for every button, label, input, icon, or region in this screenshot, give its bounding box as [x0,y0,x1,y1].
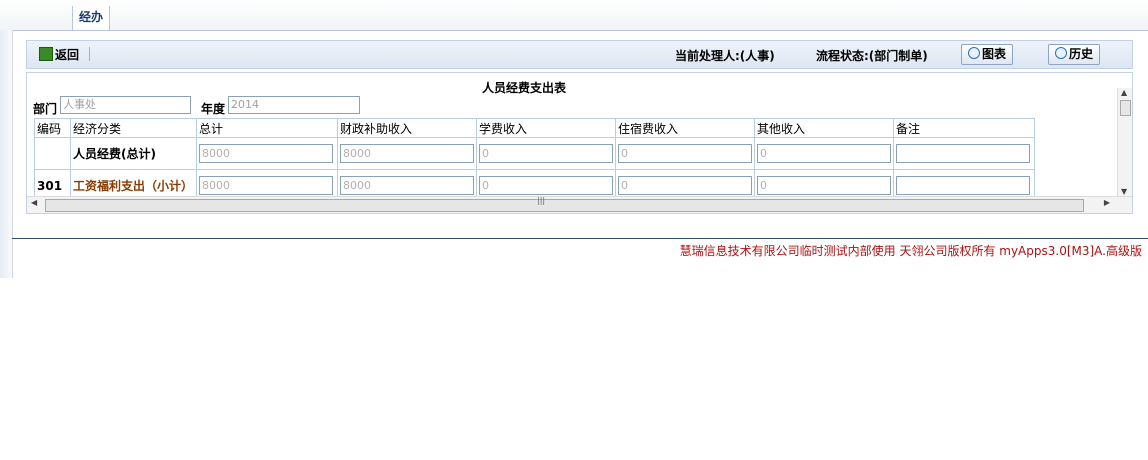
scroll-left-icon[interactable]: ◀ [31,198,37,207]
back-icon [39,47,53,61]
fiscal-input[interactable]: 8000 [340,176,474,195]
header-other: 其他收入 [754,118,894,138]
horizontal-scroll-thumb[interactable] [45,199,1084,212]
row-code [34,137,71,170]
vertical-scrollbar[interactable]: ▲ ▼ [1117,88,1132,196]
total-input[interactable]: 8000 [199,144,333,163]
tuition-cell: 0 [476,137,616,170]
header-remark: 备注 [893,118,1035,138]
lodging-input[interactable]: 0 [618,144,752,163]
flow-status: 流程状态:(部门制单) [816,49,928,63]
tab-jingban[interactable]: 经办 [72,6,111,30]
header-lodging: 住宿费收入 [615,118,755,138]
fiscal-cell: 8000 [337,137,477,170]
year-label: 年度 [201,102,226,116]
header-category: 经济分类 [70,118,197,138]
chart-button[interactable]: 图表 [961,44,1014,65]
horizontal-scrollbar[interactable]: ◀ ||| ▶ [27,196,1132,213]
back-label: 返回 [55,48,80,62]
form-title: 人员经费支出表 [482,81,567,95]
table-header-row: 编码 经济分类 总计 财政补助收入 学费收入 住宿费收入 其他收入 备注 [34,118,1035,138]
table-row: 人员经费(总计) 8000 8000 0 0 0 [34,137,1035,170]
other-cell: 0 [754,137,894,170]
lodging-cell: 0 [615,137,755,170]
tab-bar: 经办 [0,0,1148,31]
scroll-grip-icon: ||| [537,196,546,205]
scroll-down-icon[interactable]: ▼ [1121,187,1127,196]
tuition-input[interactable]: 0 [479,144,613,163]
remark-cell [893,137,1035,170]
remark-input[interactable] [896,144,1030,163]
chart-button-label: 图表 [982,47,1007,61]
tuition-input[interactable]: 0 [479,176,613,195]
toolbar-separator [89,47,90,61]
footer-copyright: 慧瑞信息技术有限公司临时测试内部使用 天翎公司版权所有 myApps3.0[M3… [679,244,1142,258]
fiscal-input[interactable]: 8000 [340,144,474,163]
year-field[interactable]: 2014 [228,96,360,114]
dept-field[interactable]: 人事处 [60,96,191,114]
current-handler: 当前处理人:(人事) [675,49,775,63]
footer-divider [12,238,1148,239]
history-button[interactable]: 历史 [1048,44,1101,65]
header-fiscal: 财政补助收入 [337,118,477,138]
other-input[interactable]: 0 [757,176,891,195]
header-code: 编码 [34,118,71,138]
total-input[interactable]: 8000 [199,176,333,195]
dept-label: 部门 [33,102,58,116]
form-panel: 人员经费支出表 部门 人事处 年度 2014 编码 经济分类 总计 财政补助收入… [26,72,1133,214]
total-cell: 8000 [196,137,338,170]
remark-input[interactable] [896,176,1030,195]
scroll-up-icon[interactable]: ▲ [1121,88,1127,97]
refresh-icon [968,47,980,59]
other-input[interactable]: 0 [757,144,891,163]
scroll-right-icon[interactable]: ▶ [1104,198,1110,207]
back-button[interactable]: 返回 [39,46,79,63]
refresh-icon [1055,47,1067,59]
vertical-scroll-thumb[interactable] [1120,100,1131,116]
expense-table: 编码 经济分类 总计 财政补助收入 学费收入 住宿费收入 其他收入 备注 人员经… [34,118,1035,202]
lodging-input[interactable]: 0 [618,176,752,195]
header-tuition: 学费收入 [476,118,616,138]
header-total: 总计 [196,118,338,138]
row-category: 人员经费(总计) [70,137,197,170]
history-button-label: 历史 [1069,47,1094,61]
left-frame-strip [0,30,13,278]
toolbar: 返回 当前处理人:(人事) 流程状态:(部门制单) 图表 历史 [26,40,1133,69]
